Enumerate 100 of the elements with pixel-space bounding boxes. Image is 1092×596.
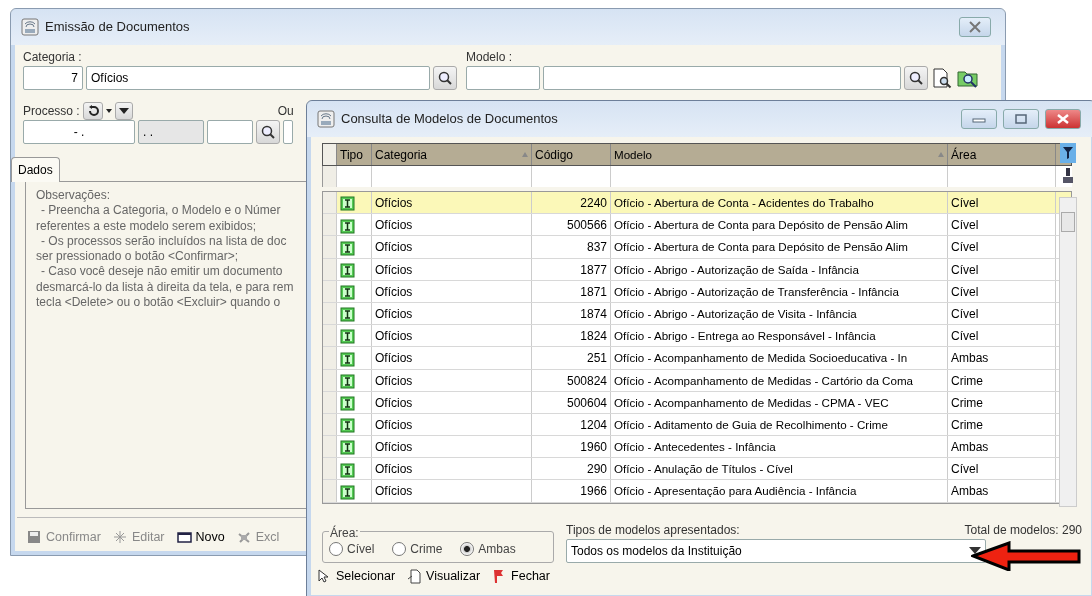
radio-button[interactable]: Ambas [460, 540, 516, 558]
dropdown-button[interactable] [114, 102, 133, 120]
category-cell: Ofícios [372, 347, 532, 369]
model-cell: Ofício - Anulação de Títulos - Cível [611, 458, 948, 480]
radio-circle[interactable] [329, 542, 343, 556]
type-icon [340, 329, 355, 345]
model-type-dropdown[interactable]: Todos os modelos da Instituição [566, 539, 986, 563]
type-icon [340, 484, 355, 500]
code-cell: 290 [532, 458, 611, 480]
category-cell: Ofícios [372, 258, 532, 280]
type-icon [340, 462, 355, 478]
category-cell: Ofícios [372, 280, 532, 302]
scrollbar[interactable] [1059, 197, 1077, 507]
toolbar-button[interactable]: Fechar [492, 567, 550, 586]
code-field[interactable] [466, 66, 540, 90]
stamp-icon[interactable] [1062, 167, 1074, 185]
area-cell: Cível [948, 458, 1056, 480]
caret-icon [969, 547, 981, 555]
type-icon [340, 240, 355, 256]
document-icon [407, 568, 423, 584]
type-icon [340, 373, 355, 389]
code-cell: 1824 [532, 325, 611, 347]
category-cell: Ofícios [372, 192, 532, 214]
code-cell: 1877 [532, 258, 611, 280]
model-cell: Ofício - Aditamento de Guia de Recolhimento - Crime [611, 413, 948, 436]
category-cell: Ofícios [372, 480, 532, 502]
process-field[interactable]: - . [23, 120, 135, 144]
field-label: Tipos de modelos apresentados: [566, 522, 740, 539]
window-title: Emissão de Documentos [45, 18, 191, 37]
column-header[interactable]: Área [948, 144, 1056, 165]
tab[interactable]: Dados [11, 157, 60, 182]
model-cell: Ofício - Abrigo - Autorização de Visita - Infância [611, 302, 948, 325]
category-cell: Ofícios [372, 236, 532, 258]
category-cell: Ofícios [372, 325, 532, 347]
area-cell: Cível [948, 325, 1056, 347]
code-cell: 1204 [532, 413, 611, 436]
type-icon [340, 440, 355, 456]
filter-icon[interactable] [1060, 143, 1076, 163]
code-cell: 1966 [532, 480, 611, 502]
column-header[interactable]: Categoria [372, 144, 532, 165]
type-icon [340, 262, 355, 278]
search-button[interactable] [904, 66, 928, 90]
sparkle-icon [112, 529, 128, 545]
model-cell: Ofício - Abrigo - Autorização de Saída - Infância [611, 258, 948, 280]
app-icon [317, 110, 335, 128]
search-icon [908, 70, 924, 86]
toolbar-button[interactable]: Selecionar [317, 567, 396, 586]
note-text: tecla <Delete> ou o botão <Excluir> quando o [36, 295, 281, 311]
area-cell: Cível [948, 192, 1056, 214]
area-cell: Ambas [948, 347, 1056, 369]
area-cell: Crime [948, 391, 1056, 413]
process-field[interactable] [283, 120, 293, 144]
type-icon [340, 307, 355, 323]
model-cell: Ofício - Antecedentes - Infância [611, 436, 948, 458]
toolbar-button[interactable]: Novo [176, 528, 225, 547]
note-text: - Caso você deseje não emitir um documento [40, 264, 283, 280]
toolbar-button[interactable]: Visualizar [407, 567, 481, 586]
type-icon [340, 351, 355, 367]
category-cell: Ofícios [372, 391, 532, 413]
model-cell: Ofício - Abertura de Conta para Depósito de Pensão Alim [611, 236, 948, 258]
category-field[interactable]: Ofícios [86, 66, 430, 90]
column-header[interactable]: Tipo [337, 144, 372, 165]
note-text: - Os processos serão incluídos na lista de doc [40, 233, 287, 250]
code-cell: 1871 [532, 280, 611, 302]
close-button[interactable] [959, 17, 991, 37]
model-field[interactable] [543, 66, 901, 90]
process-field[interactable] [207, 120, 253, 144]
minimize-button[interactable] [961, 109, 997, 129]
column-header[interactable]: Código [532, 144, 611, 165]
scroll-thumb[interactable] [1061, 212, 1075, 232]
type-icon [340, 396, 355, 411]
document-search-icon[interactable] [931, 67, 953, 89]
area-cell: Crime [948, 369, 1056, 391]
search-button[interactable] [433, 66, 457, 90]
area-cell: Cível [948, 258, 1056, 280]
model-cell: Ofício - Abrigo - Autorização de Transferência - Infância [611, 280, 948, 302]
maximize-button[interactable] [1003, 109, 1039, 129]
refresh-button[interactable] [82, 102, 103, 120]
code-field[interactable]: 7 [23, 66, 83, 90]
caret-icon[interactable] [105, 108, 112, 114]
process-field: . . [138, 120, 204, 144]
radio-circle[interactable] [460, 542, 475, 556]
field-label: Processo : [23, 103, 80, 120]
maximize-icon [1015, 114, 1027, 124]
category-cell: Ofícios [372, 214, 532, 236]
area-cell: Cível [948, 280, 1056, 302]
close-icon [1057, 114, 1069, 124]
column-header[interactable]: Modelo [611, 144, 948, 165]
model-cell: Ofício - Abertura de Conta para Depósito de Pensão Alim [611, 214, 948, 236]
close-button[interactable] [1045, 109, 1081, 129]
model-cell: Ofício - Abrigo - Entrega ao Responsável - Infância [611, 325, 948, 347]
radio-button[interactable]: Crime [392, 540, 443, 558]
radio-circle[interactable] [392, 542, 407, 556]
note-text: - Preencha a Categoria, o Modelo e o Númer [40, 203, 281, 219]
search-button[interactable] [256, 120, 280, 144]
row-header [323, 166, 337, 187]
radio-button[interactable]: Cível [329, 540, 375, 558]
area-cell: Cível [948, 302, 1056, 325]
total-count: Total de modelos: 290 [964, 522, 1082, 539]
type-icon [340, 285, 355, 301]
